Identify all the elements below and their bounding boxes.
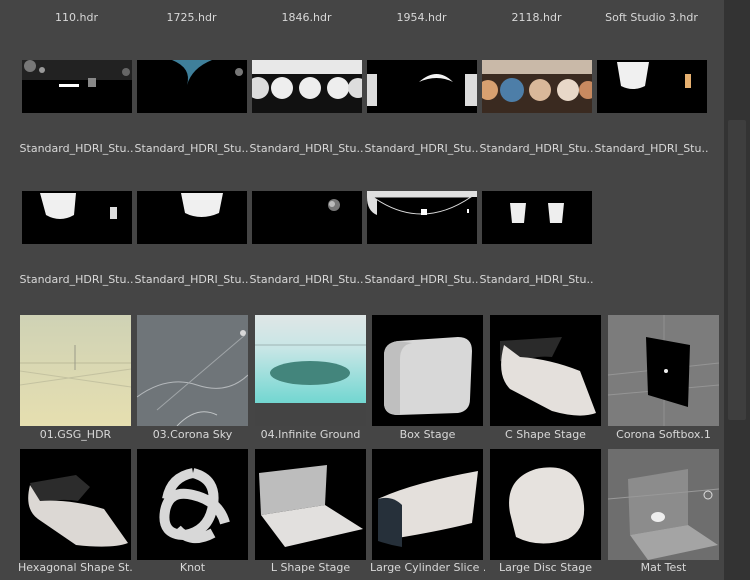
asset-label-standard-hdri-5: Standard_HDRI_Stu.. xyxy=(479,142,594,155)
hdr-thumbnail-soft-studio-3[interactable] xyxy=(597,60,707,113)
scene-thumbnail-mat-test[interactable] xyxy=(608,449,719,560)
asset-label-standard-hdri-4: Standard_HDRI_Stu.. xyxy=(364,142,479,155)
asset-label-1954-hdr: 1954.hdr xyxy=(396,11,447,24)
scene-label-l-shape-stage: L Shape Stage xyxy=(270,561,351,574)
scene-thumbnail-c-shape-stage[interactable] xyxy=(490,315,601,426)
scene-thumbnail-box-stage[interactable] xyxy=(372,315,483,426)
scene-label-mat-test: Mat Test xyxy=(640,561,687,574)
scene-label-gsg-hdr: 01.GSG_HDR xyxy=(39,428,112,441)
scene-thumbnail-hexagonal-shape-stage[interactable] xyxy=(20,449,131,560)
asset-label-110-hdr: 110.hdr xyxy=(55,11,98,24)
asset-label-soft-studio-3: Soft Studio 3.hdr xyxy=(605,11,698,24)
asset-label-standard-hdri-2: Standard_HDRI_Stu.. xyxy=(134,142,249,155)
hdri-studio-thumbnail-2[interactable] xyxy=(137,191,247,244)
hdr-thumbnail-2118[interactable] xyxy=(482,60,592,113)
hdr-thumbnail-1846[interactable] xyxy=(252,60,362,113)
asset-label-standard-hdri-10: Standard_HDRI_Stu.. xyxy=(364,273,479,286)
scene-thumbnail-corona-sky[interactable] xyxy=(137,315,248,426)
scene-label-large-cylinder-slice: Large Cylinder Slice .. xyxy=(370,561,485,574)
asset-label-standard-hdri-1: Standard_HDRI_Stu.. xyxy=(19,142,134,155)
scene-thumbnail-large-cylinder-slice[interactable] xyxy=(372,449,483,560)
asset-label-standard-hdri-3: Standard_HDRI_Stu.. xyxy=(249,142,364,155)
hdri-studio-thumbnail-5[interactable] xyxy=(482,191,592,244)
scene-label-corona-softbox: Corona Softbox.1 xyxy=(616,428,711,441)
asset-label-1725-hdr: 1725.hdr xyxy=(166,11,217,24)
scene-thumbnail-gsg-hdr[interactable] xyxy=(20,315,131,426)
asset-label-standard-hdri-9: Standard_HDRI_Stu.. xyxy=(249,273,364,286)
hdr-thumbnail-1725[interactable] xyxy=(137,60,247,113)
hdr-thumbnail-1954[interactable] xyxy=(367,60,477,113)
hdri-studio-thumbnail-3[interactable] xyxy=(252,191,362,244)
scene-label-box-stage: Box Stage xyxy=(399,428,456,441)
asset-label-standard-hdri-8: Standard_HDRI_Stu.. xyxy=(134,273,249,286)
asset-label-standard-hdri-6: Standard_HDRI_Stu.. xyxy=(594,142,709,155)
asset-browser-panel: 110.hdr 1725.hdr 1846.hdr 1954.hdr 2118.… xyxy=(0,0,724,580)
scrollbar-thumb[interactable] xyxy=(728,120,746,420)
asset-label-standard-hdri-11: Standard_HDRI_Stu.. xyxy=(479,273,594,286)
scene-thumbnail-l-shape-stage[interactable] xyxy=(255,449,366,560)
hdri-studio-thumbnail-4[interactable] xyxy=(367,191,477,244)
scene-label-large-disc-stage: Large Disc Stage xyxy=(498,561,593,574)
hdri-studio-thumbnail-1[interactable] xyxy=(22,191,132,244)
scene-thumbnail-large-disc-stage[interactable] xyxy=(490,449,601,560)
scene-label-infinite-ground: 04.Infinite Ground xyxy=(260,428,361,441)
scene-label-c-shape-stage: C Shape Stage xyxy=(505,428,586,441)
asset-label-1846-hdr: 1846.hdr xyxy=(281,11,332,24)
scene-label-hexagonal-shape-stage: Hexagonal Shape St.. xyxy=(18,561,133,574)
scene-thumbnail-knot[interactable] xyxy=(137,449,248,560)
hdr-thumbnail-110[interactable] xyxy=(22,60,132,113)
scene-label-knot: Knot xyxy=(179,561,206,574)
scene-thumbnail-infinite-ground[interactable] xyxy=(255,315,366,426)
asset-label-2118-hdr: 2118.hdr xyxy=(511,11,562,24)
asset-label-standard-hdri-7: Standard_HDRI_Stu.. xyxy=(19,273,134,286)
scene-thumbnail-corona-softbox[interactable] xyxy=(608,315,719,426)
scene-label-corona-sky: 03.Corona Sky xyxy=(152,428,233,441)
